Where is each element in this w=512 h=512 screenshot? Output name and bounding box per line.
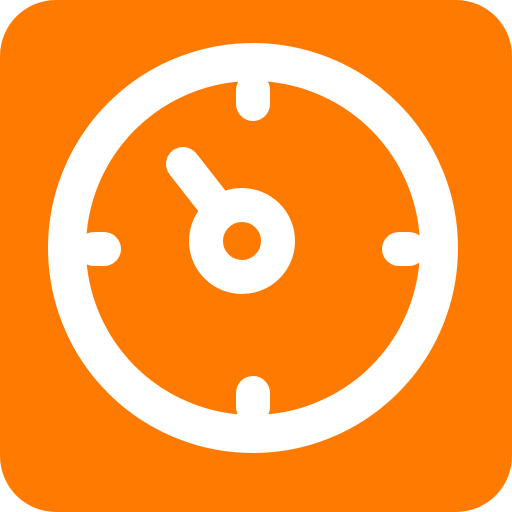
needle-hub	[189, 188, 295, 294]
stopwatch-gauge-icon	[48, 43, 458, 453]
app-icon-tile	[0, 0, 512, 512]
